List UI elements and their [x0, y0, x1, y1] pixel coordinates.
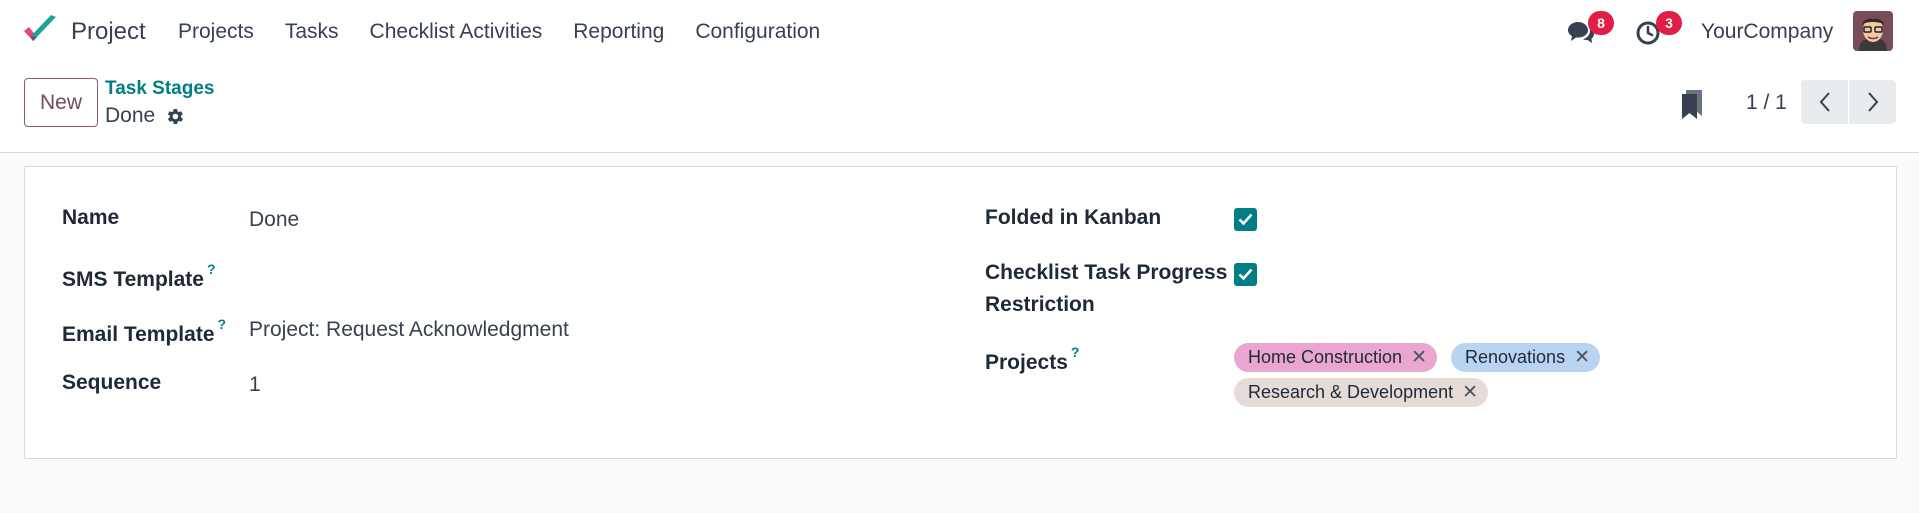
user-avatar[interactable] — [1853, 11, 1893, 51]
checklist-restriction-checkbox[interactable] — [1234, 263, 1257, 286]
menu-checklist-activities[interactable]: Checklist Activities — [370, 20, 543, 44]
activities-count-badge: 3 — [1656, 11, 1682, 35]
email-template-field[interactable]: Project: Request Acknowledgment — [249, 314, 569, 346]
pager-previous-button[interactable] — [1801, 80, 1848, 124]
close-icon[interactable]: ✕ — [1411, 346, 1427, 369]
new-button[interactable]: New — [24, 78, 98, 127]
close-icon[interactable]: ✕ — [1574, 346, 1590, 369]
main-menu: Projects Tasks Checklist Activities Repo… — [178, 20, 851, 44]
help-tooltip-icon[interactable]: ? — [207, 261, 216, 277]
sms-template-label: SMS Template? — [62, 261, 216, 291]
top-navbar: Project Projects Tasks Checklist Activit… — [0, 0, 1919, 62]
menu-projects[interactable]: Projects — [178, 20, 254, 44]
project-tag-label: Renovations — [1465, 347, 1566, 367]
messages-button[interactable]: 8 — [1566, 11, 1614, 46]
project-tag[interactable]: Research & Development ✕ — [1234, 378, 1489, 407]
close-icon[interactable]: ✕ — [1462, 381, 1478, 404]
sequence-label: Sequence — [62, 371, 162, 394]
help-tooltip-icon[interactable]: ? — [1071, 344, 1080, 360]
checklist-restriction-label: Checklist Task Progress Restriction — [985, 261, 1228, 316]
sequence-field[interactable]: 1 — [249, 369, 261, 401]
breadcrumb-current: Done — [105, 104, 156, 127]
menu-configuration[interactable]: Configuration — [695, 20, 820, 44]
project-tag-label: Home Construction — [1248, 347, 1403, 367]
gear-icon[interactable] — [164, 106, 185, 127]
menu-reporting[interactable]: Reporting — [573, 20, 664, 44]
help-tooltip-icon[interactable]: ? — [218, 316, 227, 332]
chevron-left-icon — [1819, 92, 1830, 112]
bookmark-icon[interactable] — [1680, 88, 1704, 120]
pager-next-button[interactable] — [1849, 80, 1896, 124]
project-tag-label: Research & Development — [1248, 382, 1454, 402]
pager-value[interactable]: 1 / 1 — [1746, 91, 1787, 115]
chevron-right-icon — [1867, 92, 1878, 112]
sms-template-field[interactable] — [249, 259, 749, 291]
project-tag[interactable]: Renovations ✕ — [1451, 343, 1600, 372]
activities-button[interactable]: 3 — [1634, 11, 1682, 46]
project-tag[interactable]: Home Construction ✕ — [1234, 343, 1437, 372]
app-name[interactable]: Project — [71, 18, 146, 46]
control-panel: New Task Stages Done 1 / 1 — [0, 62, 1919, 153]
folded-in-kanban-checkbox[interactable] — [1234, 208, 1257, 231]
form-sheet: Name Done SMS Template? Email Template? … — [24, 166, 1897, 459]
company-switcher[interactable]: YourCompany — [1701, 20, 1833, 44]
messages-count-badge: 8 — [1588, 11, 1614, 35]
name-field[interactable]: Done — [249, 204, 299, 236]
email-template-label: Email Template? — [62, 316, 227, 346]
check-icon — [1238, 268, 1253, 281]
avatar-image — [1853, 11, 1893, 51]
name-label: Name — [62, 206, 120, 229]
breadcrumb-task-stages[interactable]: Task Stages — [105, 78, 214, 100]
folded-in-kanban-label: Folded in Kanban — [985, 206, 1162, 229]
check-icon — [1238, 213, 1253, 226]
project-logo-icon[interactable] — [22, 14, 58, 46]
menu-tasks[interactable]: Tasks — [285, 20, 339, 44]
projects-label: Projects? — [985, 344, 1080, 374]
